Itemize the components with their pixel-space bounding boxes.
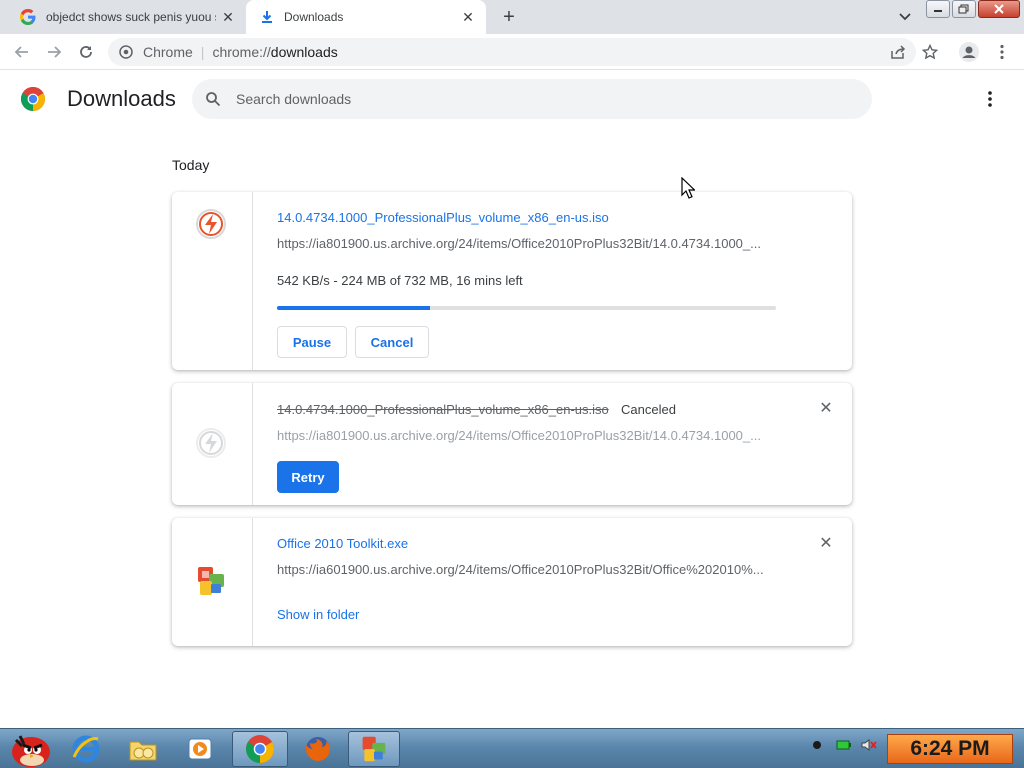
- google-g-icon: [20, 9, 36, 25]
- chrome-logo-icon: [21, 87, 45, 111]
- download-filename-link[interactable]: 14.0.4734.1000_ProfessionalPlus_volume_x…: [277, 210, 609, 225]
- browser-toolbar: Chrome | chrome://downloads: [0, 34, 1024, 70]
- download-icon: [262, 11, 272, 23]
- file-icon-column: [172, 192, 253, 370]
- download-item-canceled: 14.0.4734.1000_ProfessionalPlus_volume_x…: [172, 383, 852, 505]
- download-status: Canceled: [621, 402, 676, 417]
- reload-button[interactable]: [74, 40, 98, 64]
- url-path: downloads: [270, 44, 338, 60]
- pause-button[interactable]: Pause: [277, 326, 347, 358]
- media-player-icon: [188, 738, 212, 760]
- lightning-file-icon: [196, 209, 226, 239]
- angry-bird-start-icon: [12, 735, 50, 767]
- taskbar-office-toolkit[interactable]: [348, 731, 400, 767]
- minimize-button[interactable]: [926, 0, 950, 18]
- more-actions-icon[interactable]: [982, 90, 998, 108]
- firefox-icon: [306, 737, 330, 761]
- taskbar-clock[interactable]: 6:24 PM: [887, 734, 1013, 764]
- share-button[interactable]: [886, 40, 910, 64]
- chrome-page-icon: [119, 45, 133, 59]
- tab-close-icon[interactable]: ✕: [460, 9, 476, 25]
- download-progress-text: 542 KB/s - 224 MB of 732 MB, 16 mins lef…: [277, 273, 523, 288]
- search-box[interactable]: [192, 79, 872, 119]
- download-item-complete: Office 2010 Toolkit.exe ✕ https://ia6019…: [172, 518, 852, 646]
- file-icon-column: [172, 518, 253, 646]
- date-section-label: Today: [172, 157, 210, 173]
- taskbar-chrome[interactable]: [232, 731, 288, 767]
- new-tab-button[interactable]: +: [498, 7, 520, 29]
- search-icon: [206, 92, 221, 107]
- tab-downloads[interactable]: Downloads ✕: [246, 0, 486, 34]
- profile-button[interactable]: [957, 40, 981, 64]
- download-filename-link[interactable]: Office 2010 Toolkit.exe: [277, 536, 408, 551]
- tray-dot-icon[interactable]: [810, 738, 824, 752]
- taskbar: 6:24 PM: [0, 728, 1024, 768]
- url-scheme: chrome://: [212, 44, 271, 60]
- tab-search-result[interactable]: objedct shows suck penis yuou s ✕: [8, 0, 246, 34]
- taskbar-file-explorer[interactable]: [117, 731, 169, 767]
- progress-bar-fill: [277, 306, 430, 310]
- office-toolkit-icon: [362, 736, 386, 762]
- forward-button[interactable]: [42, 40, 66, 64]
- address-bar[interactable]: Chrome | chrome://downloads: [108, 38, 916, 66]
- site-label: Chrome: [143, 44, 193, 60]
- system-tray: [810, 737, 878, 753]
- download-item-in-progress: 14.0.4734.1000_ProfessionalPlus_volume_x…: [172, 192, 852, 370]
- taskbar-media-player[interactable]: [174, 731, 226, 767]
- bookmark-button[interactable]: [918, 40, 942, 64]
- retry-button[interactable]: Retry: [277, 461, 339, 493]
- download-progress-bar: [277, 306, 776, 310]
- taskbar-firefox[interactable]: [292, 731, 344, 767]
- download-source-url[interactable]: https://ia801900.us.archive.org/24/items…: [277, 428, 772, 443]
- back-arrow-icon: [14, 46, 28, 58]
- volume-muted-icon[interactable]: [860, 737, 878, 753]
- forward-arrow-icon: [48, 46, 62, 58]
- kebab-menu-icon: [1000, 44, 1004, 60]
- tab-title: Downloads: [284, 10, 344, 24]
- internet-explorer-icon: [72, 735, 100, 763]
- tab-close-icon[interactable]: ✕: [220, 9, 236, 25]
- remove-from-list-icon[interactable]: ✕: [817, 535, 835, 553]
- omnibox-separator: |: [200, 44, 205, 60]
- window-controls: [924, 0, 1020, 18]
- profile-avatar-icon: [959, 42, 979, 62]
- close-icon: [994, 4, 1004, 14]
- battery-icon[interactable]: [836, 738, 852, 752]
- share-icon: [891, 45, 906, 59]
- start-button[interactable]: [2, 731, 60, 767]
- star-icon: [922, 44, 938, 60]
- minimize-icon: [934, 10, 942, 12]
- tab-search-chevron-icon[interactable]: [896, 9, 914, 25]
- download-source-url[interactable]: https://ia601900.us.archive.org/24/items…: [277, 562, 772, 577]
- folder-icon: [129, 741, 157, 761]
- show-in-folder-link[interactable]: Show in folder: [277, 607, 359, 622]
- tab-strip: objedct shows suck penis yuou s ✕ Downlo…: [0, 0, 1024, 34]
- search-input[interactable]: [236, 79, 836, 119]
- taskbar-internet-explorer[interactable]: [60, 731, 112, 767]
- back-button[interactable]: [10, 40, 34, 64]
- close-window-button[interactable]: [978, 0, 1020, 18]
- chrome-icon: [246, 735, 274, 763]
- chrome-menu-button[interactable]: [990, 40, 1014, 64]
- downloads-header: Downloads: [0, 70, 1024, 128]
- reload-icon: [80, 46, 92, 58]
- mouse-cursor-icon: [681, 177, 695, 199]
- lightning-file-icon: [196, 428, 226, 458]
- restore-button[interactable]: [952, 0, 976, 18]
- restore-icon: [958, 4, 969, 14]
- tab-title: objedct shows suck penis yuou s: [46, 10, 216, 24]
- page-title: Downloads: [67, 86, 176, 111]
- remove-from-list-icon[interactable]: ✕: [817, 400, 835, 418]
- download-filename: 14.0.4734.1000_ProfessionalPlus_volume_x…: [277, 402, 609, 417]
- download-source-url[interactable]: https://ia801900.us.archive.org/24/items…: [277, 236, 772, 251]
- office-toolkit-icon: [198, 567, 224, 595]
- file-icon-column: [172, 383, 253, 505]
- cancel-button[interactable]: Cancel: [355, 326, 429, 358]
